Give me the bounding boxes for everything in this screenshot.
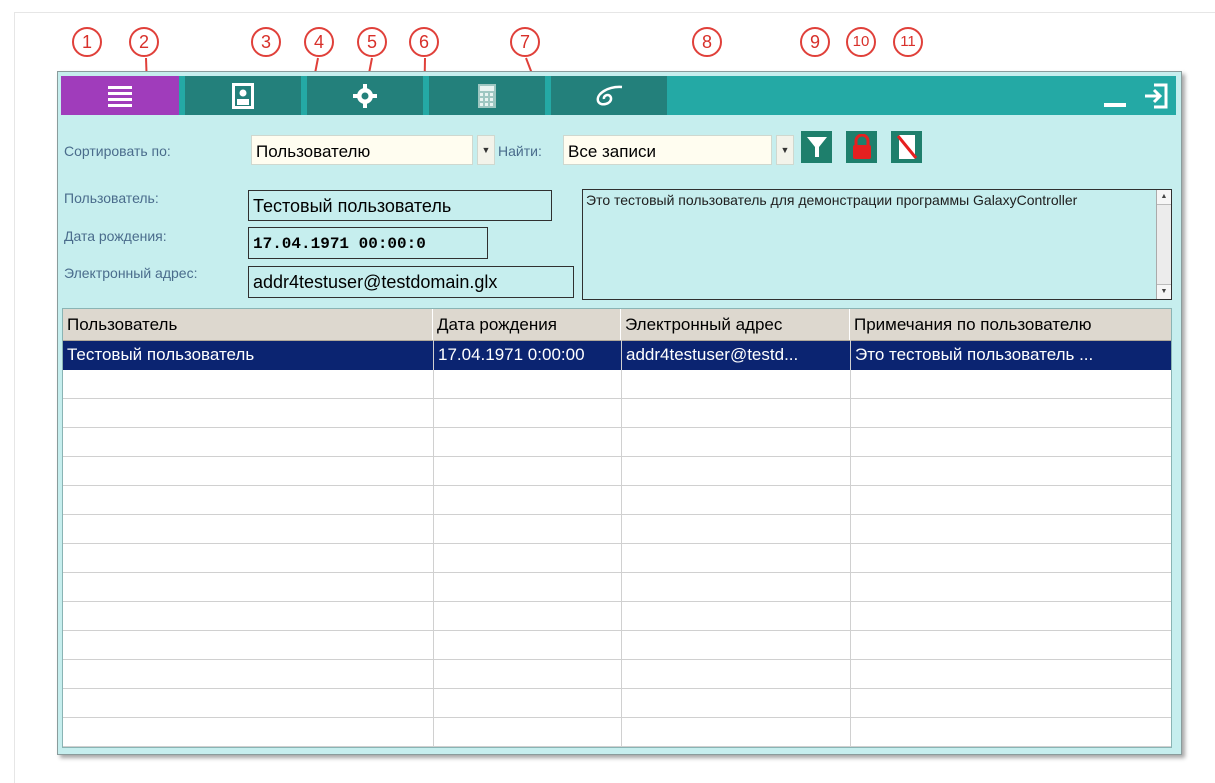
empty-table-row	[63, 602, 1171, 631]
sort-select[interactable]: Пользователю	[251, 135, 473, 165]
column-header-user[interactable]: Пользователь	[63, 309, 433, 340]
gear-icon	[353, 83, 377, 108]
filter-button[interactable]	[801, 131, 832, 163]
tab-settings[interactable]	[307, 76, 423, 115]
callout-5: 5	[357, 27, 387, 57]
toolbar	[61, 76, 1176, 115]
callout-7: 7	[510, 27, 540, 57]
empty-table-row	[63, 515, 1171, 544]
column-divider	[621, 340, 622, 747]
minimize-icon	[1104, 102, 1126, 107]
user-name-field[interactable]: Тестовый пользователь	[248, 190, 552, 221]
find-dropdown-arrow[interactable]: ▼	[776, 135, 794, 165]
empty-table-row	[63, 544, 1171, 573]
tab-user-card[interactable]	[185, 76, 301, 115]
users-table: Пользователь Дата рождения Электронный а…	[62, 308, 1172, 748]
sort-label: Сортировать по:	[64, 143, 171, 159]
exit-button[interactable]	[1139, 76, 1173, 115]
birth-date-label: Дата рождения:	[64, 228, 167, 244]
find-label: Найти:	[498, 143, 542, 159]
empty-table-row	[63, 486, 1171, 515]
column-divider	[850, 340, 851, 747]
table-row[interactable]: Тестовый пользователь 17.04.1971 0:00:00…	[63, 341, 1171, 370]
callout-2: 2	[129, 27, 159, 57]
notes-text: Это тестовый пользователь для демонстрац…	[586, 192, 1078, 208]
callout-11: 11	[893, 27, 923, 57]
empty-table-row	[63, 631, 1171, 660]
tab-calculator[interactable]	[429, 76, 545, 115]
cell-email: addr4testuser@testd...	[621, 341, 850, 370]
callout-8: 8	[692, 27, 722, 57]
lock-icon	[852, 134, 871, 159]
callout-1: 1	[72, 27, 102, 57]
column-header-notes[interactable]: Примечания по пользователю	[850, 309, 1171, 340]
clear-filter-icon	[896, 135, 917, 159]
column-divider	[433, 340, 434, 747]
callout-10: 10	[846, 27, 876, 57]
empty-table-row	[63, 660, 1171, 689]
sort-dropdown-arrow[interactable]: ▼	[477, 135, 495, 165]
exit-icon	[1145, 83, 1168, 108]
tab-list[interactable]	[61, 76, 179, 115]
notes-scrollbar[interactable]: ▲ ▼	[1156, 190, 1171, 299]
tab-galaxy[interactable]	[551, 76, 667, 115]
column-header-email[interactable]: Электронный адрес	[621, 309, 850, 340]
birth-date-field[interactable]: 17.04.1971 00:00:0	[248, 227, 488, 259]
callout-3: 3	[251, 27, 281, 57]
user-label: Пользователь:	[64, 190, 159, 206]
scroll-down-icon[interactable]: ▼	[1157, 284, 1171, 299]
email-field[interactable]: addr4testuser@testdomain.glx	[248, 266, 574, 298]
calculator-icon	[478, 83, 496, 108]
notes-field[interactable]: Это тестовый пользователь для демонстрац…	[582, 189, 1172, 300]
filter-icon	[806, 137, 827, 157]
empty-table-row	[63, 428, 1171, 457]
column-header-birth-date[interactable]: Дата рождения	[433, 309, 621, 340]
callout-4: 4	[304, 27, 334, 57]
find-select[interactable]: Все записи	[563, 135, 772, 165]
table-header: Пользователь Дата рождения Электронный а…	[63, 309, 1171, 341]
email-label: Электронный адрес:	[64, 265, 198, 281]
scroll-up-icon[interactable]: ▲	[1157, 190, 1171, 205]
minimize-button[interactable]	[1098, 76, 1132, 115]
galaxy-logo-icon	[596, 85, 623, 106]
cell-birth-date: 17.04.1971 0:00:00	[433, 341, 621, 370]
empty-table-row	[63, 573, 1171, 602]
cell-notes: Это тестовый пользователь ...	[850, 341, 1171, 370]
empty-table-row	[63, 370, 1171, 399]
empty-table-row	[63, 399, 1171, 428]
callout-6: 6	[409, 27, 439, 57]
empty-table-row	[63, 718, 1171, 747]
empty-table-row	[63, 689, 1171, 718]
clear-filter-button[interactable]	[891, 131, 922, 163]
list-icon	[108, 85, 132, 107]
cell-user: Тестовый пользователь	[67, 345, 255, 364]
callout-9: 9	[800, 27, 830, 57]
user-card-icon	[232, 82, 254, 109]
empty-table-row	[63, 457, 1171, 486]
lock-button[interactable]	[846, 131, 877, 163]
